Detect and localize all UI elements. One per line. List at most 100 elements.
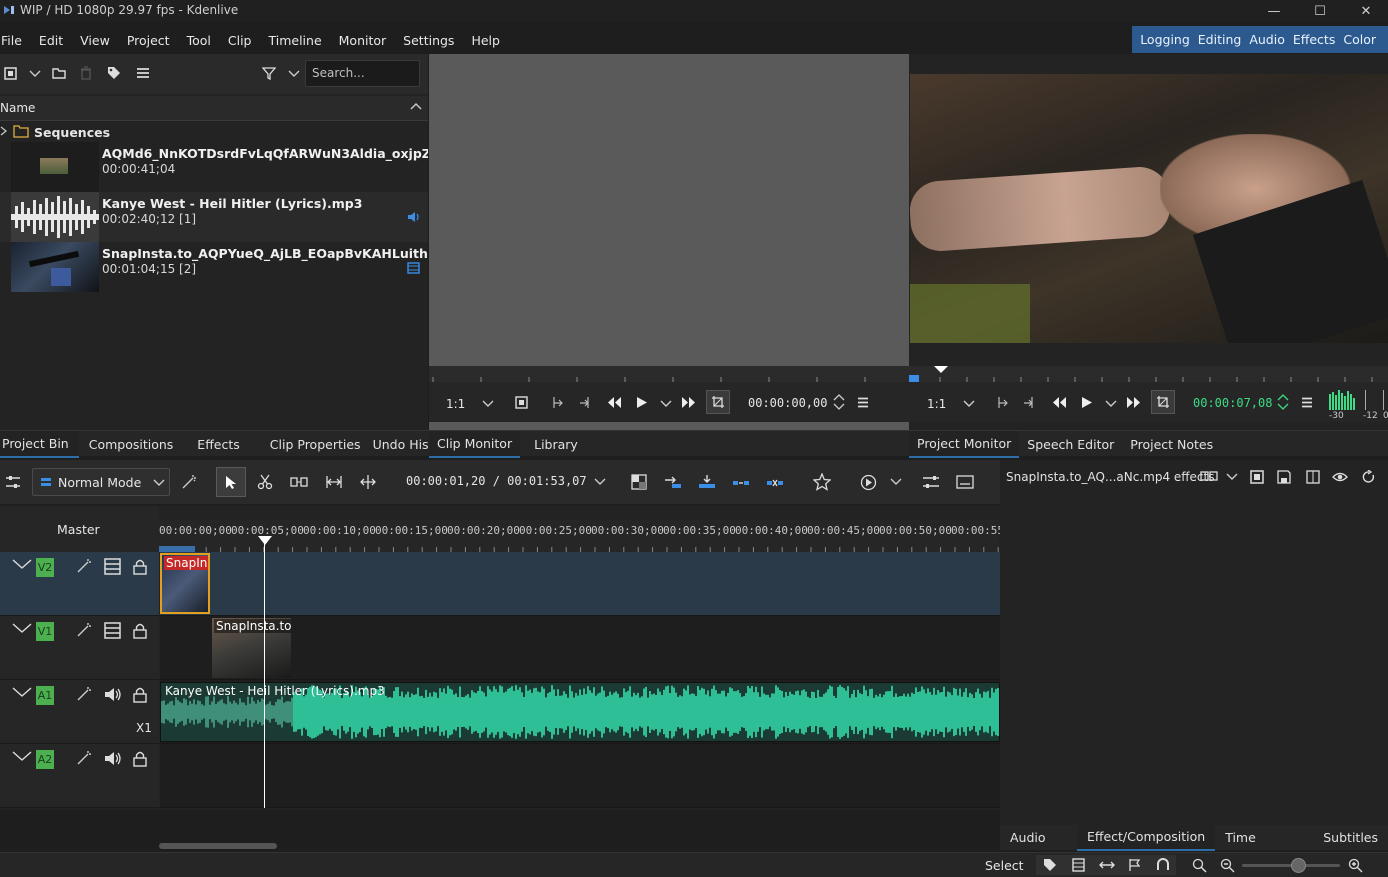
video-clip-v2[interactable]: SnapInst	[160, 553, 210, 614]
project-timecode-spin-icon[interactable]	[1277, 393, 1289, 411]
menu-help[interactable]: Help	[471, 33, 500, 48]
eye-icon[interactable]	[1332, 470, 1348, 484]
track-lane-v2[interactable]: SnapInst	[160, 552, 1000, 616]
chevron-down-icon[interactable]	[29, 69, 41, 79]
track-lane-a2[interactable]	[160, 744, 1000, 808]
tag-icon[interactable]	[107, 66, 121, 80]
timeline-ruler[interactable]: 00:00:00;00 00:00:05;00 00:00:10;00 00:0…	[159, 520, 1017, 552]
maximize-button[interactable]: ☐	[1297, 0, 1343, 22]
favorite-star-icon[interactable]	[813, 473, 831, 491]
project-monitor-ruler[interactable]	[909, 366, 1388, 382]
audio-clip-a1[interactable]: Kanye West - Heil Hitler (Lyrics).mp3	[160, 682, 1000, 742]
track-lane-v1[interactable]: SnapInsta.to_A	[160, 616, 1000, 680]
zoom-out-icon[interactable]	[1220, 858, 1235, 873]
tab-effects[interactable]: Effects	[183, 432, 264, 457]
bin-clip-item[interactable]: AQMd6_NnKOTDsrdFvLqQfARWuN3Aldia_oxjpZx5…	[0, 142, 428, 192]
track-tag-v2[interactable]: V2	[36, 558, 54, 577]
mask-icon[interactable]	[1250, 470, 1264, 484]
play-options-chevron-icon[interactable]	[660, 399, 672, 409]
status-film-icon[interactable]	[1072, 858, 1085, 872]
bin-audio-item[interactable]: Kanye West - Heil Hitler (Lyrics).mp3 00…	[0, 192, 428, 242]
menu-view[interactable]: View	[80, 33, 110, 48]
razor-icon[interactable]	[257, 474, 273, 490]
menu-clip[interactable]: Clip	[228, 33, 252, 48]
zoom-slider-handle[interactable]	[1291, 858, 1306, 873]
track-hide-film-icon[interactable]	[104, 622, 121, 639]
project-crop-toggle-button[interactable]	[1151, 390, 1175, 414]
edit-mode-select[interactable]: Normal Mode	[32, 468, 170, 496]
layout-effects[interactable]: Effects	[1289, 32, 1340, 47]
reset-icon[interactable]	[1362, 470, 1376, 484]
tab-clip-properties[interactable]: Clip Properties	[264, 432, 367, 457]
close-button[interactable]: ✕	[1343, 0, 1388, 22]
track-effects-wand-icon[interactable]	[76, 558, 94, 574]
menu-monitor[interactable]: Monitor	[339, 33, 387, 48]
hamburger-menu-icon[interactable]	[136, 67, 150, 79]
track-lock-icon[interactable]	[133, 750, 147, 767]
track-collapse-chevron-icon[interactable]	[12, 558, 32, 570]
playhead-line[interactable]	[264, 536, 265, 808]
tab-audio-mixer[interactable]: Audio Mi...	[1000, 825, 1077, 870]
project-out-point-icon[interactable]	[1023, 396, 1036, 409]
track-header-v2[interactable]: V2	[0, 552, 159, 616]
track-collapse-chevron-icon[interactable]	[12, 750, 32, 762]
zoom-fit-icon[interactable]	[1192, 858, 1207, 873]
subtitle-icon[interactable]	[956, 474, 974, 490]
compare-icon[interactable]	[1200, 470, 1218, 482]
bin-search-input[interactable]: Search...	[305, 60, 420, 87]
sort-chevron-up-icon[interactable]	[410, 102, 422, 112]
bin-video-item[interactable]: SnapInsta.to_AQPYueQ_AjLB_EOapBvKAHLuith…	[0, 242, 428, 292]
timecode-spin-icon[interactable]	[833, 393, 845, 411]
track-header-a2[interactable]: A2	[0, 744, 159, 808]
timecode-chevron-down-icon[interactable]	[594, 477, 606, 487]
split-compare-icon[interactable]	[1306, 470, 1320, 484]
minimize-button[interactable]: —	[1251, 0, 1297, 22]
menu-edit[interactable]: Edit	[39, 33, 63, 48]
track-tag-a1[interactable]: A1	[36, 686, 54, 705]
zoom-chevron-down-icon[interactable]	[482, 399, 494, 409]
crop-toggle-button[interactable]	[706, 390, 730, 414]
menu-tool[interactable]: Tool	[187, 33, 211, 48]
layout-logging[interactable]: Logging	[1136, 32, 1194, 47]
record-chevron-down-icon[interactable]	[890, 477, 902, 487]
track-lane-a1[interactable]: Kanye West - Heil Hitler (Lyrics).mp3	[160, 680, 1000, 744]
clip-timecode[interactable]: 00:00:00,00	[748, 396, 827, 410]
project-monitor-viewer[interactable]	[909, 54, 1388, 366]
timeline-position-timecode[interactable]: 00:00:01,20 / 00:01:53,07	[406, 474, 587, 488]
track-tag-a2[interactable]: A2	[36, 750, 54, 769]
tab-subtitles[interactable]: Subtitles	[1313, 825, 1388, 850]
status-tag-icon[interactable]	[1043, 858, 1057, 872]
master-label[interactable]: Master	[57, 522, 100, 537]
composite-icon[interactable]	[631, 474, 647, 490]
menu-project[interactable]: Project	[127, 33, 170, 48]
project-zoom-chevron-icon[interactable]	[963, 399, 975, 409]
tab-project-monitor[interactable]: Project Monitor	[909, 431, 1020, 458]
fast-forward-icon[interactable]	[681, 396, 696, 409]
rewind-icon[interactable]	[607, 396, 622, 409]
filter-icon[interactable]	[262, 66, 276, 80]
timeline-scrollbar[interactable]	[159, 843, 277, 849]
project-rewind-icon[interactable]	[1052, 396, 1067, 409]
project-play-icon[interactable]	[1081, 396, 1093, 409]
layout-editing[interactable]: Editing	[1194, 32, 1246, 47]
play-icon[interactable]	[636, 396, 648, 409]
add-clip-icon[interactable]	[4, 67, 18, 81]
overwrite-clip-icon[interactable]	[698, 474, 716, 490]
tab-speech-editor[interactable]: Speech Editor	[1019, 432, 1122, 457]
set-out-point-icon[interactable]	[579, 396, 592, 409]
add-folder-icon[interactable]	[52, 66, 67, 80]
insert-clip-icon[interactable]	[664, 474, 682, 490]
magic-wand-icon[interactable]	[181, 474, 199, 490]
menu-file[interactable]: File	[1, 33, 22, 48]
safe-zone-icon[interactable]	[515, 396, 528, 409]
track-effects-wand-icon[interactable]	[76, 750, 94, 766]
save-effect-icon[interactable]	[1277, 470, 1291, 484]
playhead-handle-icon[interactable]	[258, 536, 272, 545]
lift-clip-icon[interactable]	[732, 474, 750, 490]
track-mute-speaker-icon[interactable]	[104, 686, 122, 703]
select-tool-button[interactable]	[216, 467, 246, 497]
clip-monitor-video-area[interactable]	[429, 54, 909, 366]
set-in-point-icon[interactable]	[550, 396, 563, 409]
tab-project-bin[interactable]: Project Bin	[0, 431, 79, 458]
track-hide-film-icon[interactable]	[104, 558, 121, 575]
